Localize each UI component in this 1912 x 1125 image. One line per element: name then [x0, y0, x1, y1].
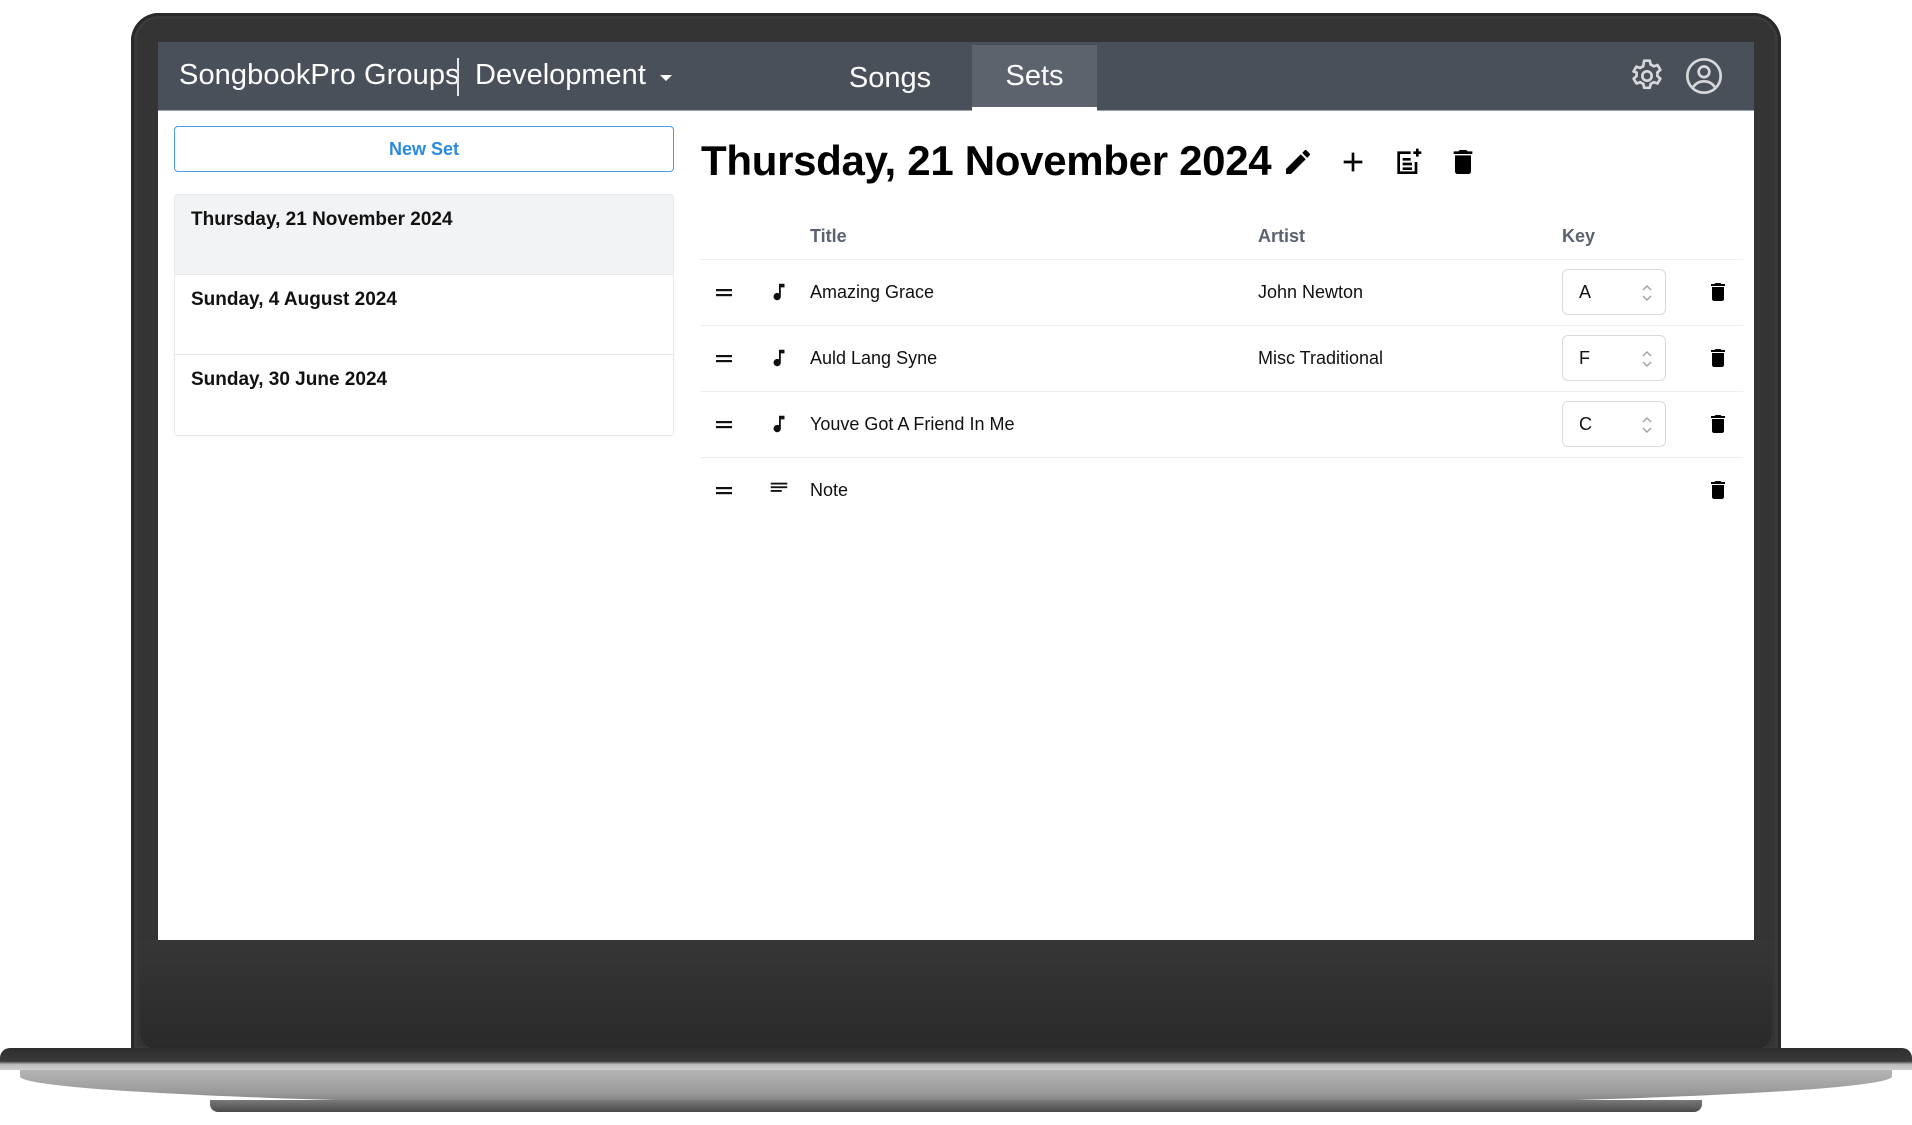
navbar: SongbookPro Groups Development Songs Set… [158, 42, 1754, 111]
set-list-item-label: Thursday, 21 November 2024 [191, 209, 453, 230]
column-header-title[interactable]: Title [810, 214, 1258, 260]
laptop-base [0, 1048, 1912, 1070]
set-list-item[interactable]: Sunday, 30 June 2024 [175, 355, 673, 435]
song-title[interactable]: Auld Lang Syne [810, 325, 1258, 392]
key-select-value: A [1579, 281, 1592, 302]
drag-handle-icon[interactable] [716, 288, 732, 298]
song-artist: John Newton [1258, 259, 1562, 326]
group-selector[interactable]: Development [475, 59, 672, 92]
add-note-icon[interactable] [1392, 146, 1424, 178]
laptop-foot [210, 1100, 1702, 1112]
tab-songs[interactable]: Songs [828, 45, 952, 111]
tab-sets[interactable]: Sets [972, 45, 1097, 111]
user-circle-icon[interactable] [1684, 56, 1724, 96]
set-items-table: Title Artist Key Amazing Grace John Newt… [700, 214, 1743, 523]
music-note-icon [773, 415, 785, 433]
table-row: Youve Got A Friend In Me C [700, 391, 1743, 458]
app-screen: SongbookPro Groups Development Songs Set… [158, 42, 1754, 940]
tab-sets-label: Sets [1005, 59, 1064, 92]
key-select[interactable]: F [1562, 335, 1666, 381]
caret-down-icon [659, 74, 672, 81]
drag-handle-icon[interactable] [716, 354, 732, 364]
set-list-item-label: Sunday, 30 June 2024 [191, 369, 388, 390]
set-title: Thursday, 21 November 2024 [701, 137, 1272, 184]
music-note-icon [773, 283, 785, 301]
drag-handle-icon[interactable] [716, 486, 732, 496]
trash-icon[interactable] [1706, 477, 1730, 503]
tab-songs-label: Songs [848, 61, 932, 94]
group-selector-label: Development [475, 59, 646, 91]
music-note-icon [773, 349, 785, 367]
set-list: Thursday, 21 November 2024 Sunday, 4 Aug… [174, 194, 674, 436]
set-list-item[interactable]: Sunday, 4 August 2024 [175, 275, 673, 355]
table-row: Amazing Grace John Newton A [700, 259, 1743, 326]
column-header-key[interactable]: Key [1562, 214, 1692, 260]
set-list-item[interactable]: Thursday, 21 November 2024 [175, 195, 673, 275]
song-artist: Misc Traditional [1258, 325, 1562, 392]
key-select[interactable]: C [1562, 401, 1666, 447]
key-select-value: C [1579, 413, 1592, 434]
drag-handle-icon[interactable] [716, 420, 732, 430]
key-select-value: F [1579, 347, 1590, 368]
laptop-chin [140, 940, 1772, 1050]
gear-icon[interactable] [1627, 56, 1667, 96]
key-select[interactable]: A [1562, 269, 1666, 315]
new-set-button[interactable]: New Set [174, 126, 674, 172]
set-list-item-label: Sunday, 4 August 2024 [191, 289, 397, 310]
song-artist [1258, 391, 1562, 458]
plus-icon[interactable] [1337, 146, 1369, 178]
trash-icon[interactable] [1706, 345, 1730, 371]
song-title[interactable]: Youve Got A Friend In Me [810, 391, 1258, 458]
trash-icon[interactable] [1706, 279, 1730, 305]
table-row: Auld Lang Syne Misc Traditional F [700, 325, 1743, 392]
song-title[interactable]: Amazing Grace [810, 259, 1258, 326]
column-header-artist[interactable]: Artist [1258, 214, 1562, 260]
up-down-chevron-icon [1642, 285, 1652, 301]
pencil-icon[interactable] [1282, 146, 1314, 178]
trash-icon[interactable] [1706, 411, 1730, 437]
table-row: Note [700, 457, 1743, 523]
up-down-chevron-icon [1642, 417, 1652, 433]
brand-divider [457, 58, 459, 96]
table-header-row: Title Artist Key [700, 214, 1743, 260]
trash-icon[interactable] [1447, 146, 1479, 178]
brand-title: SongbookPro Groups [179, 59, 460, 91]
up-down-chevron-icon [1642, 351, 1652, 367]
note-title[interactable]: Note [810, 457, 1258, 523]
note-lines-icon [770, 483, 788, 493]
